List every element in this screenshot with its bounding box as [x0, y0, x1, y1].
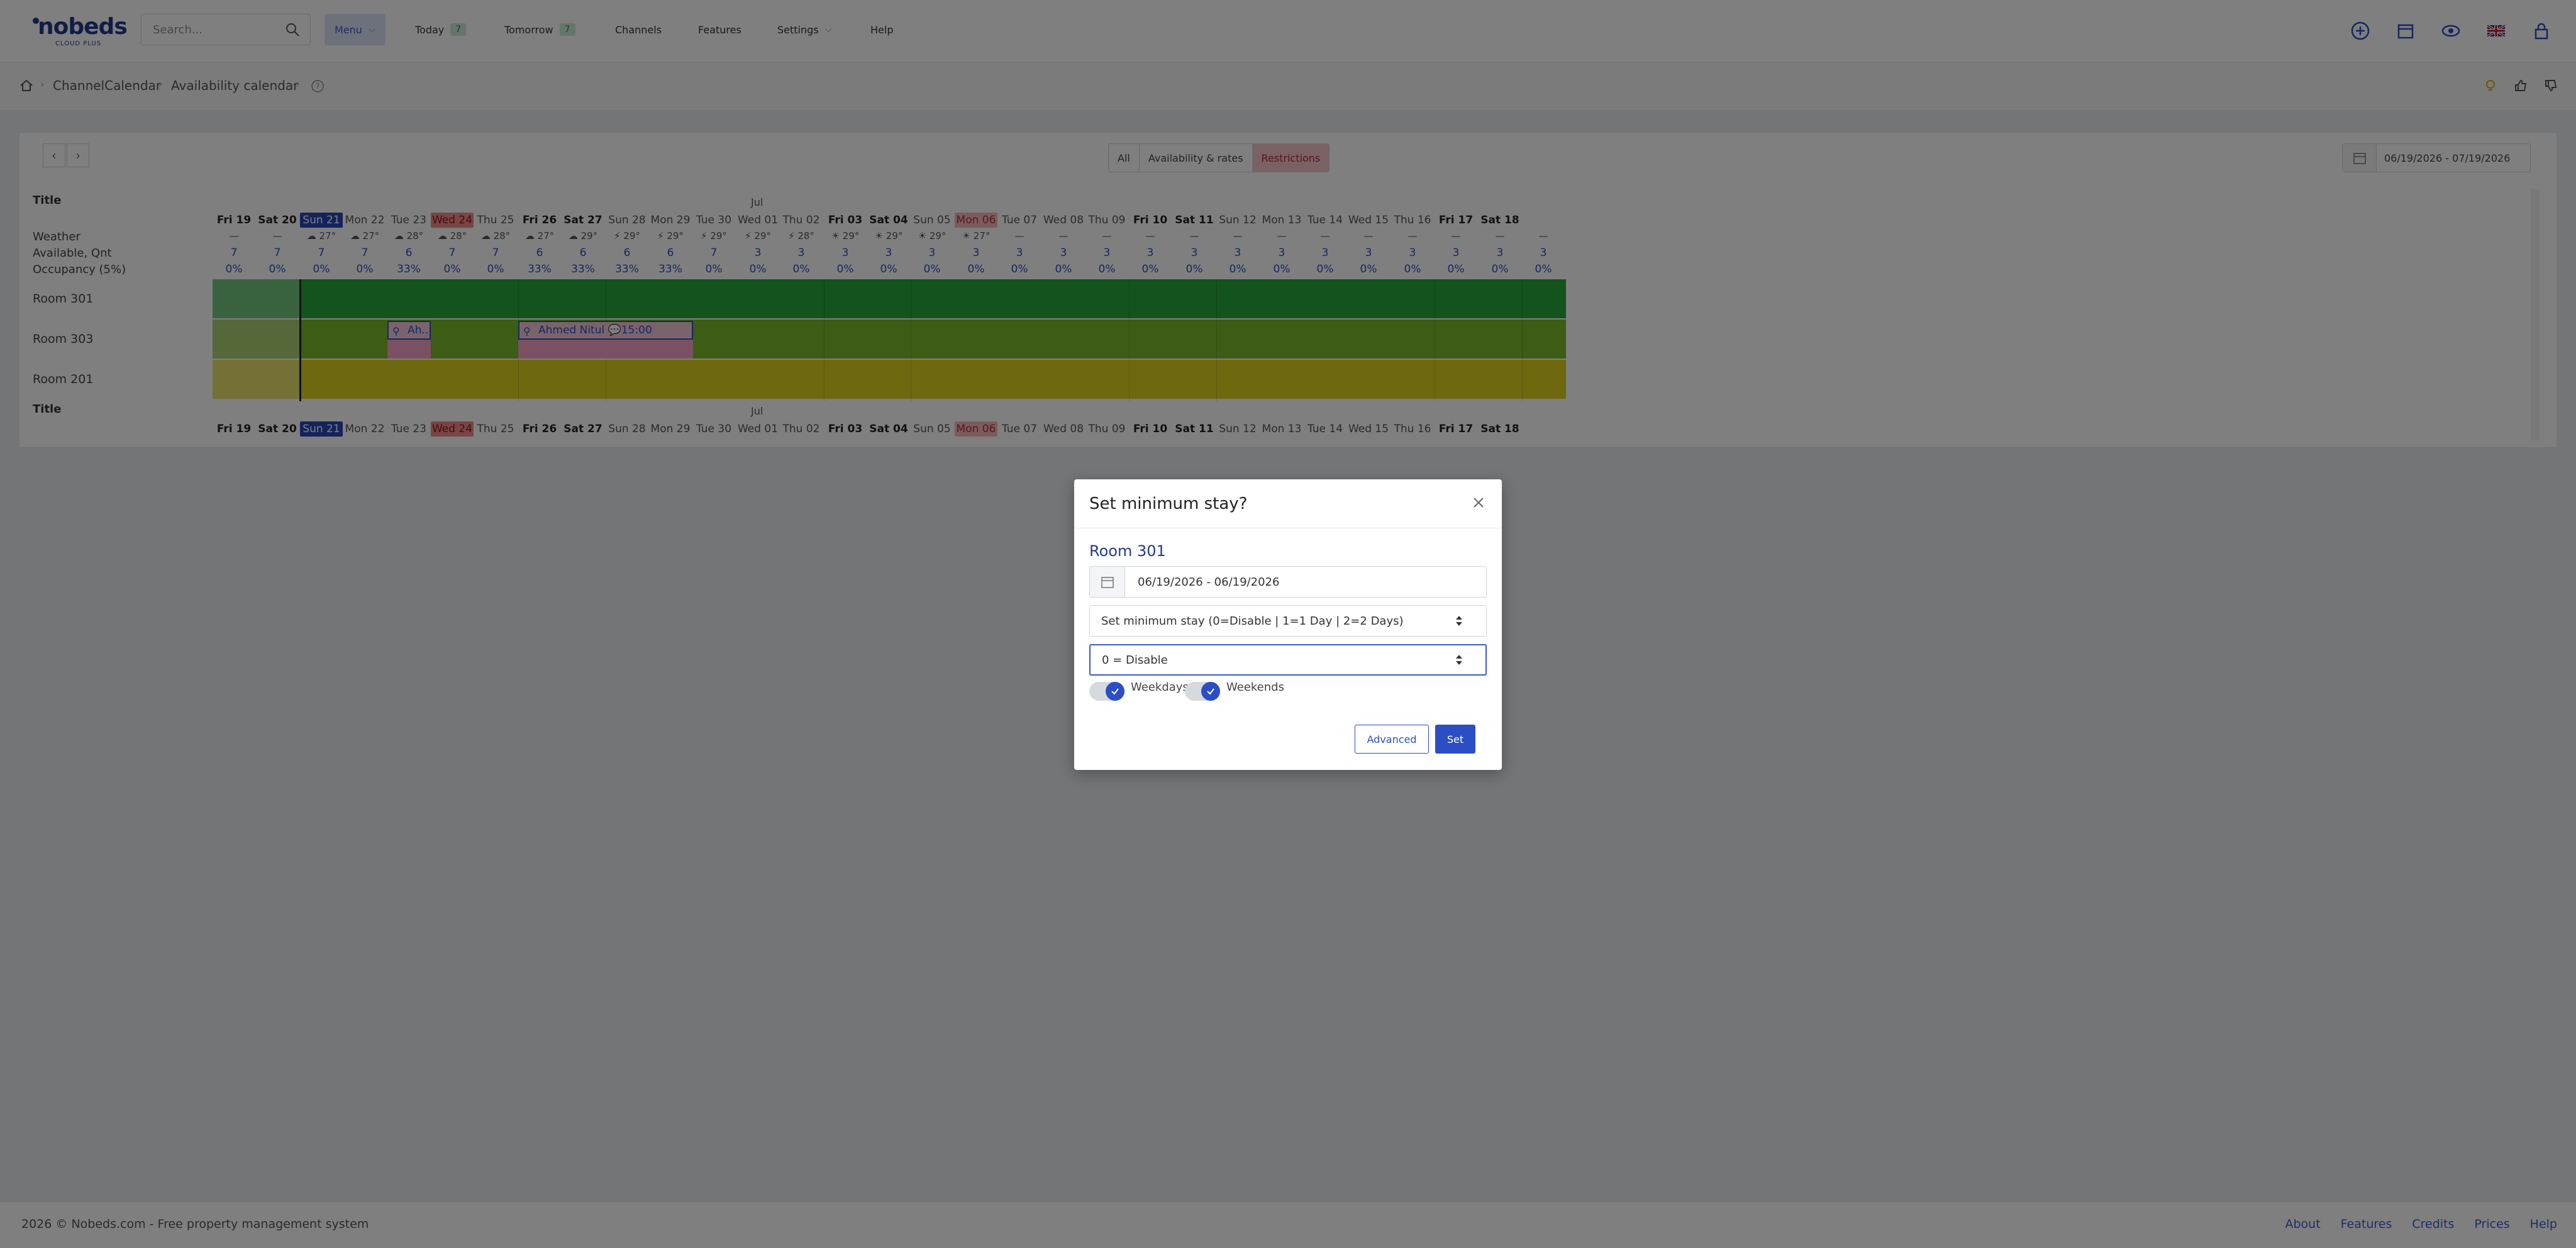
date-range-value: 06/19/2026 - 06/19/2026 — [1138, 576, 1280, 589]
restriction-type-value: Set minimum stay (0=Disable | 1=1 Day | … — [1101, 615, 1404, 628]
restriction-type-select[interactable]: Set minimum stay (0=Disable | 1=1 Day | … — [1089, 605, 1487, 637]
advanced-button[interactable]: Advanced — [1355, 725, 1429, 754]
minimum-stay-value: 0 = Disable — [1102, 654, 1168, 667]
dialog-title: Set minimum stay? — [1089, 494, 1248, 513]
weekends-label: Weekends — [1226, 681, 1284, 694]
calendar-icon — [1090, 567, 1125, 597]
set-minimum-stay-dialog: Set minimum stay? Room 301 06/19/2026 - … — [1074, 479, 1502, 770]
weekends-toggle[interactable] — [1185, 682, 1220, 701]
select-arrows-icon — [1456, 616, 1462, 626]
weekdays-toggle[interactable] — [1089, 682, 1124, 701]
select-arrows-icon — [1456, 655, 1462, 665]
minimum-stay-value-select[interactable]: 0 = Disable — [1089, 644, 1487, 676]
dialog-header: Set minimum stay? — [1074, 479, 1502, 528]
set-button[interactable]: Set — [1435, 725, 1475, 754]
close-icon[interactable] — [1470, 494, 1487, 511]
date-range-field[interactable]: 06/19/2026 - 06/19/2026 — [1089, 566, 1487, 598]
dialog-room-name: Room 301 — [1089, 542, 1166, 560]
weekdays-label: Weekdays — [1131, 681, 1189, 694]
check-icon — [1201, 682, 1220, 701]
check-icon — [1106, 682, 1124, 701]
